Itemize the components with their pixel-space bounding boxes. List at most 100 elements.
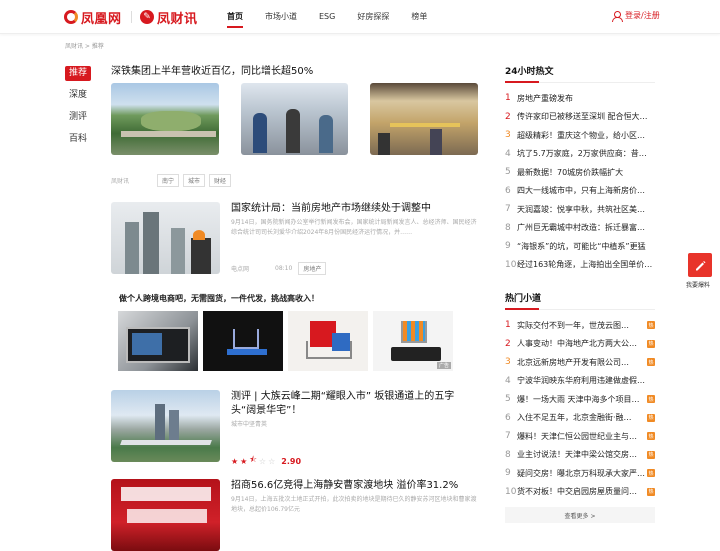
- feed-item-4[interactable]: 招商56.6亿竞得上海静安曹家渡地块 溢价率31.2% 9月14日，上海五批次土…: [111, 479, 478, 551]
- rank-item[interactable]: 5 最新数据！70城房价跌幅扩大: [505, 163, 655, 182]
- article-tag[interactable]: 财经: [209, 174, 232, 187]
- rank-number: 4: [505, 375, 511, 386]
- feed-item-3[interactable]: 测评 | 大族云峰二期“耀眼入市” 坂银通道上的五字头“阔景华宅”！ 城市中坚青…: [111, 390, 478, 466]
- ad-title[interactable]: 做个人跨境电商吧，无需囤货，一件代发，挑战高收入！: [119, 293, 478, 304]
- feed-item-2[interactable]: 国家统计局：当前房地产市场继续处于调整中 9月14日，国务院新闻办公室举行新闻发…: [111, 202, 478, 275]
- hot-badge-icon: 热: [647, 321, 655, 330]
- rank-title[interactable]: 实际交付不到一年，世茂云图…: [517, 320, 645, 331]
- ad-image[interactable]: [288, 311, 368, 371]
- rank-number: 2: [505, 338, 511, 349]
- nav-home[interactable]: 首页: [227, 0, 243, 34]
- rank-item[interactable]: 7 天润嘉竣：悦享中秋，共筑社区美…: [505, 200, 655, 219]
- article-image[interactable]: [111, 390, 220, 462]
- top-header: 凤凰网 ✎ 凤财讯 首页 市场小道 ESG 好房探探 榜单 登录/注册: [0, 0, 720, 34]
- hot24-list: 1 房地产重磅发布 2 传许家印已被移送至深圳 配合恒大… 3 超级精彩！重庆这个物业，给…: [505, 89, 655, 274]
- feed-item-1[interactable]: 深铁集团上半年营收近百亿，同比增长超50% 凤财讯 南宁 城市 财经: [111, 64, 479, 187]
- main-nav: 首页 市场小道 ESG 好房探探 榜单: [227, 0, 449, 34]
- rank-title[interactable]: 人事变动！中海地产北方两大公…: [517, 338, 645, 349]
- hotlane-list: 1 实际交付不到一年，世茂云图… 热 2 人事变动！中海地产北方两大公… 热 3 北京远新房地…: [505, 316, 655, 501]
- article-image[interactable]: [111, 83, 219, 155]
- article-title[interactable]: 测评 | 大族云峰二期“耀眼入市” 坂银通道上的五字头“阔景华宅”！: [231, 390, 478, 418]
- login-label: 登录/注册: [625, 11, 660, 20]
- rank-title[interactable]: 房地产重磅发布: [517, 93, 655, 104]
- rank-item[interactable]: 10 经过163轮角逐，上海拍出全国单价…: [505, 256, 655, 275]
- rank-item[interactable]: 2 传许家印已被移送至深圳 配合恒大…: [505, 108, 655, 127]
- rank-title[interactable]: 坑了5.7万家庭，2万家供应商：昔…: [517, 148, 655, 159]
- ad-image[interactable]: [203, 311, 283, 371]
- rank-item[interactable]: 5 爆！一场大雨 天津中海多个项目… 热: [505, 390, 655, 409]
- right-column: 24小时热文 1 房地产重磅发布 2 传许家印已被移送至深圳 配合恒大… 3 超级精彩！重…: [505, 64, 655, 523]
- rank-title[interactable]: 爆料！天津仁恒公园世纪业主与…: [517, 431, 645, 442]
- report-label[interactable]: 我要爆料: [686, 280, 710, 289]
- ifeng-logo[interactable]: 凤凰网: [64, 8, 122, 27]
- article-image[interactable]: [370, 83, 479, 155]
- rank-item[interactable]: 8 广州巨无霸城中村改造：拆迁暴富…: [505, 219, 655, 238]
- rank-item[interactable]: 7 爆料！天津仁恒公园世纪业主与… 热: [505, 427, 655, 446]
- article-title[interactable]: 国家统计局：当前房地产市场继续处于调整中: [231, 202, 478, 216]
- article-tag[interactable]: 南宁: [157, 174, 180, 187]
- hot-badge-icon: 热: [647, 413, 655, 422]
- rank-item[interactable]: 1 实际交付不到一年，世茂云图… 热: [505, 316, 655, 335]
- rank-item[interactable]: 9 疑问交房！曝北京万科现承大家严… 热: [505, 464, 655, 483]
- rank-item[interactable]: 8 业主讨说法！天津中梁公馆交房… 热: [505, 446, 655, 465]
- rank-item[interactable]: 3 超级精彩！重庆这个物业，给小区…: [505, 126, 655, 145]
- rank-title[interactable]: 货不对板！中交启园房屋质量问…: [517, 486, 645, 497]
- sidebar-item-review[interactable]: 测评: [65, 110, 91, 125]
- rank-number: 1: [505, 93, 511, 104]
- star-icon: ★: [240, 456, 248, 466]
- rank-title[interactable]: 宁波华润映东华府利用违建做虚假…: [517, 375, 655, 386]
- article-image[interactable]: [240, 83, 349, 155]
- rank-item[interactable]: 6 四大一线城市中，只有上海新房价…: [505, 182, 655, 201]
- report-button[interactable]: [688, 253, 712, 277]
- rank-title[interactable]: 业主讨说法！天津中梁公馆交房…: [517, 449, 645, 460]
- rank-title[interactable]: “海银系”的坑，可能比“中植系”更猛: [517, 241, 655, 252]
- ad-image[interactable]: 广告: [373, 311, 453, 371]
- nav-esg[interactable]: ESG: [319, 0, 335, 34]
- nav-ranking[interactable]: 榜单: [411, 0, 427, 34]
- hot-badge-icon: 热: [647, 432, 655, 441]
- article-title[interactable]: 招商56.6亿竞得上海静安曹家渡地块 溢价率31.2%: [231, 479, 478, 493]
- article-time: 08:10: [275, 265, 293, 272]
- sidebar-item-wiki[interactable]: 百科: [65, 132, 91, 147]
- login-link[interactable]: 登录/注册: [612, 10, 660, 22]
- nav-market[interactable]: 市场小道: [265, 0, 297, 34]
- rank-title[interactable]: 爆！一场大雨 天津中海多个项目…: [517, 394, 645, 405]
- rank-item[interactable]: 10 货不对板！中交启园房屋质量问… 热: [505, 483, 655, 502]
- article-title[interactable]: 深铁集团上半年营收近百亿，同比增长超50%: [111, 64, 478, 80]
- fengcaixun-logo-text: 凤财讯: [157, 11, 198, 27]
- fengcaixun-logo[interactable]: ✎ 凤财讯: [140, 8, 198, 27]
- rank-title[interactable]: 广州巨无霸城中村改造：拆迁暴富…: [517, 222, 655, 233]
- article-summary: 9月14日，国务院新闻办公室举行新闻发布会，国家统计局新闻发言人、总经济师、国民…: [231, 219, 477, 236]
- rank-title[interactable]: 天润嘉竣：悦享中秋，共筑社区美…: [517, 204, 655, 215]
- rank-item[interactable]: 4 坑了5.7万家庭，2万家供应商：昔…: [505, 145, 655, 164]
- rank-title[interactable]: 四大一线城市中，只有上海新房价…: [517, 185, 655, 196]
- article-tag[interactable]: 房地产: [298, 262, 327, 275]
- rank-title[interactable]: 入住不足五年，北京金融街·融…: [517, 412, 645, 423]
- rank-number: 10: [505, 486, 517, 497]
- article-tag[interactable]: 城市: [183, 174, 206, 187]
- rank-item[interactable]: 4 宁波华润映东华府利用违建做虚假…: [505, 372, 655, 391]
- rank-item[interactable]: 1 房地产重磅发布: [505, 89, 655, 108]
- rank-title[interactable]: 北京远新房地产开发有限公司…: [517, 357, 645, 368]
- rank-item[interactable]: 3 北京远新房地产开发有限公司… 热: [505, 353, 655, 372]
- rank-number: 6: [505, 185, 511, 196]
- ad-block[interactable]: 做个人跨境电商吧，无需囤货，一件代发，挑战高收入！ 广告: [111, 293, 478, 371]
- rank-item[interactable]: 2 人事变动！中海地产北方两大公… 热: [505, 335, 655, 354]
- rank-title[interactable]: 经过163轮角逐，上海拍出全国单价…: [517, 259, 655, 270]
- rank-title[interactable]: 超级精彩！重庆这个物业，给小区…: [517, 130, 655, 141]
- rank-item[interactable]: 6 入住不足五年，北京金融街·融… 热: [505, 409, 655, 428]
- rating: ★ ★ ⯪ ☆ ☆ 2.90: [231, 454, 301, 468]
- view-more-button[interactable]: 查看更多 >: [505, 507, 655, 523]
- rank-title[interactable]: 疑问交房！曝北京万科现承大家严…: [517, 468, 645, 479]
- article-image[interactable]: [111, 479, 220, 551]
- ad-image[interactable]: [118, 311, 198, 371]
- rank-title[interactable]: 最新数据！70城房价跌幅扩大: [517, 167, 655, 178]
- nav-house[interactable]: 好房探探: [357, 0, 389, 34]
- sidebar-item-depth[interactable]: 深度: [65, 88, 91, 103]
- article-image[interactable]: [111, 202, 220, 274]
- rank-number: 2: [505, 111, 511, 122]
- rank-title[interactable]: 传许家印已被移送至深圳 配合恒大…: [517, 111, 655, 122]
- star-half-icon: ⯪: [249, 455, 257, 464]
- rank-item[interactable]: 9 “海银系”的坑，可能比“中植系”更猛: [505, 237, 655, 256]
- sidebar-item-recommend[interactable]: 推荐: [65, 66, 91, 81]
